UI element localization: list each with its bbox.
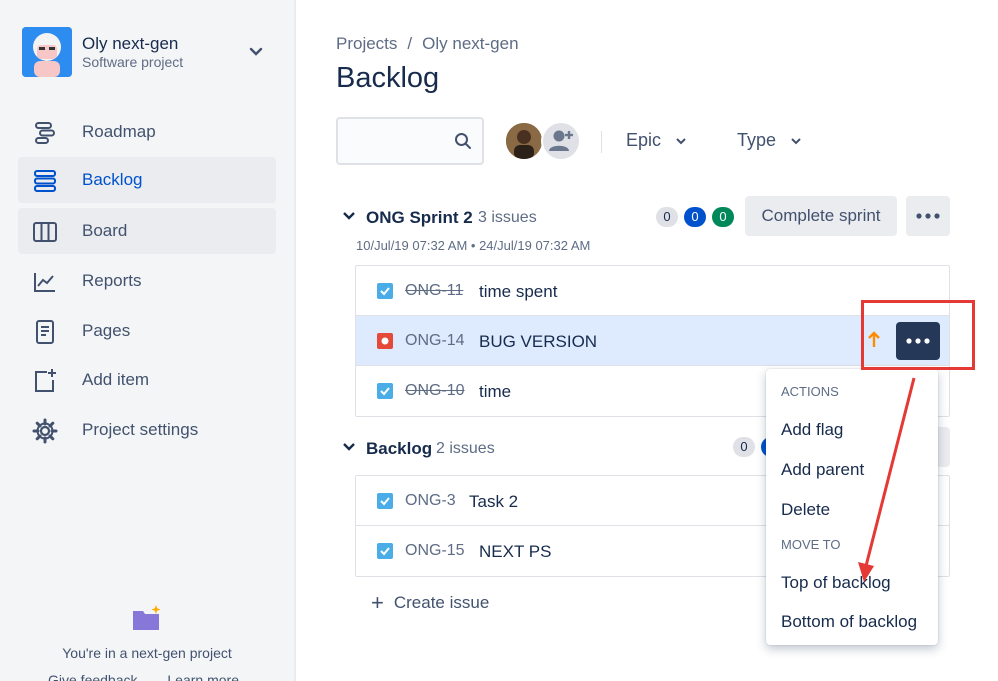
board-icon <box>33 222 57 242</box>
create-issue-label: Create issue <box>393 593 490 612</box>
epic-filter[interactable]: Epic <box>626 130 687 151</box>
roadmap-icon <box>35 122 55 144</box>
sprint-more-button[interactable] <box>906 196 950 236</box>
sidebar-item-roadmap[interactable]: Roadmap <box>18 109 276 155</box>
page-title: Backlog <box>336 62 440 94</box>
issue-key[interactable]: ONG-10 <box>405 382 465 400</box>
sidebar-item-project-settings[interactable]: Project settings <box>18 407 276 453</box>
menu-item-top-of-backlog[interactable]: Top of backlog <box>781 573 891 593</box>
folder-sparkle-icon <box>133 605 161 630</box>
type-filter[interactable]: Type <box>737 130 802 151</box>
issue-summary: Task 2 <box>469 492 519 511</box>
sidebar-item-reports[interactable]: Reports <box>18 258 276 304</box>
sidebar-item-label: Pages <box>82 321 131 340</box>
give-feedback-link[interactable]: Give feedback <box>48 672 138 681</box>
sprint-dates: 10/Jul/19 07:32 AM • 24/Jul/19 07:32 AM <box>356 238 591 253</box>
menu-item-add-parent[interactable]: Add parent <box>781 460 864 480</box>
filter-divider <box>601 131 602 153</box>
reports-icon <box>34 273 55 292</box>
pages-icon <box>36 320 54 344</box>
plus-icon: + <box>371 590 384 615</box>
issue-key[interactable]: ONG-11 <box>405 282 463 300</box>
breadcrumb-separator: / <box>407 34 413 53</box>
task-type-icon <box>377 283 393 299</box>
task-type-icon <box>377 493 393 509</box>
status-count-done: 0 <box>712 207 734 227</box>
backlog-name: Backlog <box>366 439 433 458</box>
learn-more-link[interactable]: Learn more <box>167 672 239 681</box>
breadcrumb-projects[interactable]: Projects <box>336 34 397 53</box>
task-type-icon <box>377 543 393 559</box>
sidebar-item-label: Add item <box>82 370 150 389</box>
sidebar-item-label: Roadmap <box>82 122 156 141</box>
breadcrumb-project[interactable]: Oly next-gen <box>422 34 518 53</box>
sidebar-item-label: Board <box>82 221 128 240</box>
project-avatar <box>22 27 72 77</box>
sidebar: Oly next-gen Software project Roadmap Ba… <box>0 0 296 681</box>
issue-summary: BUG VERSION <box>479 332 598 351</box>
bug-type-icon <box>377 333 393 349</box>
type-filter-label: Type <box>737 130 777 150</box>
chevron-down-icon[interactable] <box>246 41 266 61</box>
status-count-todo: 0 <box>733 437 755 457</box>
complete-sprint-button[interactable]: Complete sprint <box>745 196 897 236</box>
project-type: Software project <box>82 54 184 70</box>
task-type-icon <box>377 383 393 399</box>
menu-heading-move-to: MOVE TO <box>781 537 841 552</box>
footer-links: Give feedback Learn more <box>48 672 265 681</box>
sidebar-item-label: Reports <box>82 271 142 290</box>
menu-item-delete[interactable]: Delete <box>781 500 830 520</box>
issue-key[interactable]: ONG-3 <box>405 492 456 510</box>
issue-actions-menu: ACTIONS Add flag Add parent Delete MOVE … <box>766 369 938 645</box>
add-people-button[interactable] <box>541 121 581 161</box>
chevron-down-icon[interactable] <box>342 209 356 223</box>
more-icon <box>916 213 940 219</box>
create-issue-button[interactable]: + Create issue <box>371 590 489 616</box>
search-icon <box>455 133 471 149</box>
add-user-icon <box>549 130 573 151</box>
search-input[interactable] <box>336 117 484 165</box>
sprint-name: ONG Sprint 2 <box>366 208 473 227</box>
status-count-todo: 0 <box>656 207 678 227</box>
issue-summary: time <box>479 382 512 401</box>
issue-key[interactable]: ONG-14 <box>405 332 465 350</box>
chevron-down-icon[interactable] <box>342 440 356 454</box>
issue-summary: NEXT PS <box>479 542 552 561</box>
highlight-box <box>861 300 975 370</box>
project-name: Oly next-gen <box>82 34 179 53</box>
status-count-in-progress: 0 <box>684 207 706 227</box>
backlog-icon <box>34 170 56 192</box>
issue-summary: time spent <box>479 282 558 301</box>
chevron-down-icon <box>676 138 686 145</box>
breadcrumb: Projects / Oly next-gen <box>336 34 519 54</box>
sidebar-item-pages[interactable]: Pages <box>18 308 276 354</box>
backlog-issue-count: 2 issues <box>436 440 495 457</box>
next-gen-message: You're in a next-gen project <box>62 645 232 661</box>
sidebar-item-add-item[interactable]: Add item <box>18 357 276 403</box>
issue-key[interactable]: ONG-15 <box>405 542 465 560</box>
user-avatar[interactable] <box>504 121 544 161</box>
sidebar-item-board[interactable]: Board <box>18 208 276 254</box>
menu-item-bottom-of-backlog[interactable]: Bottom of backlog <box>781 612 917 632</box>
sidebar-item-label: Backlog <box>82 170 143 189</box>
add-item-icon <box>35 369 56 392</box>
sprint-issue-count: 3 issues <box>478 209 537 226</box>
sidebar-item-backlog[interactable]: Backlog <box>18 157 276 203</box>
epic-filter-label: Epic <box>626 130 662 150</box>
project-header[interactable]: Oly next-gen Software project <box>22 27 272 79</box>
gear-icon <box>32 418 58 444</box>
menu-heading-actions: ACTIONS <box>781 384 839 399</box>
menu-item-add-flag[interactable]: Add flag <box>781 420 843 440</box>
sidebar-item-label: Project settings <box>82 420 199 439</box>
chevron-down-icon <box>791 138 801 145</box>
